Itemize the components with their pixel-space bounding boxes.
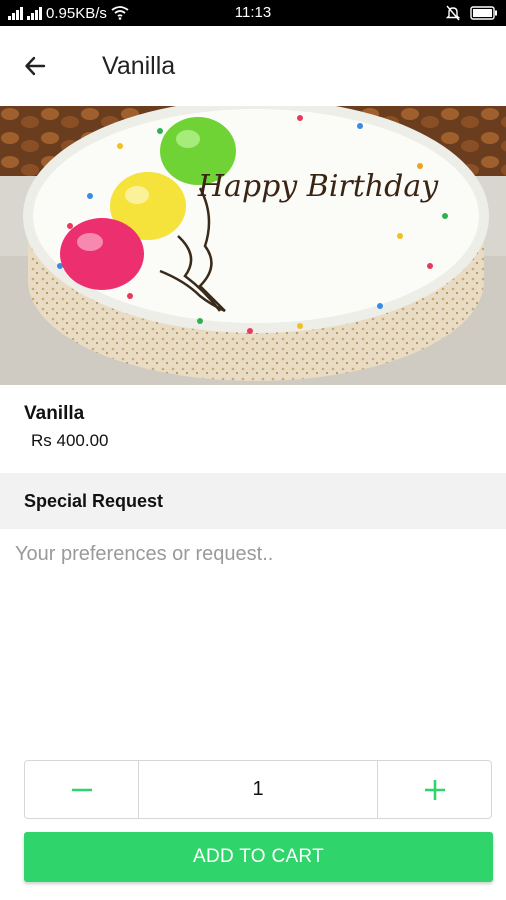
plus-icon <box>424 779 445 800</box>
quantity-value: 1 <box>138 761 378 818</box>
cake-inscription: Happy Birthday <box>197 169 439 204</box>
add-to-cart-button[interactable]: ADD TO CART <box>24 832 493 882</box>
product-price: Rs 400.00 <box>31 431 109 450</box>
signal-icon-2 <box>27 6 42 20</box>
wifi-icon <box>111 6 129 20</box>
app-bar: Vanilla <box>0 26 506 106</box>
network-speed: 0.95KB/s <box>46 4 107 22</box>
signal-icon <box>8 6 23 20</box>
special-request-input[interactable] <box>0 529 506 749</box>
product-image: Happy Birthday <box>0 106 506 385</box>
arrow-left-icon <box>25 56 46 76</box>
product-name: Vanilla <box>24 403 85 424</box>
increment-button[interactable] <box>378 761 491 818</box>
bell-muted-icon <box>446 5 460 21</box>
minus-icon <box>71 788 92 791</box>
status-left: 0.95KB/s <box>8 5 446 22</box>
page-title: Vanilla <box>102 51 176 80</box>
quantity-stepper: 1 <box>24 760 492 819</box>
back-button[interactable] <box>0 26 70 106</box>
decrement-button[interactable] <box>25 761 138 818</box>
battery-icon <box>470 6 497 20</box>
status-bar: 0.95KB/s 11:13 <box>0 0 506 26</box>
special-request-header: Special Request <box>0 473 506 529</box>
status-right <box>446 5 498 21</box>
